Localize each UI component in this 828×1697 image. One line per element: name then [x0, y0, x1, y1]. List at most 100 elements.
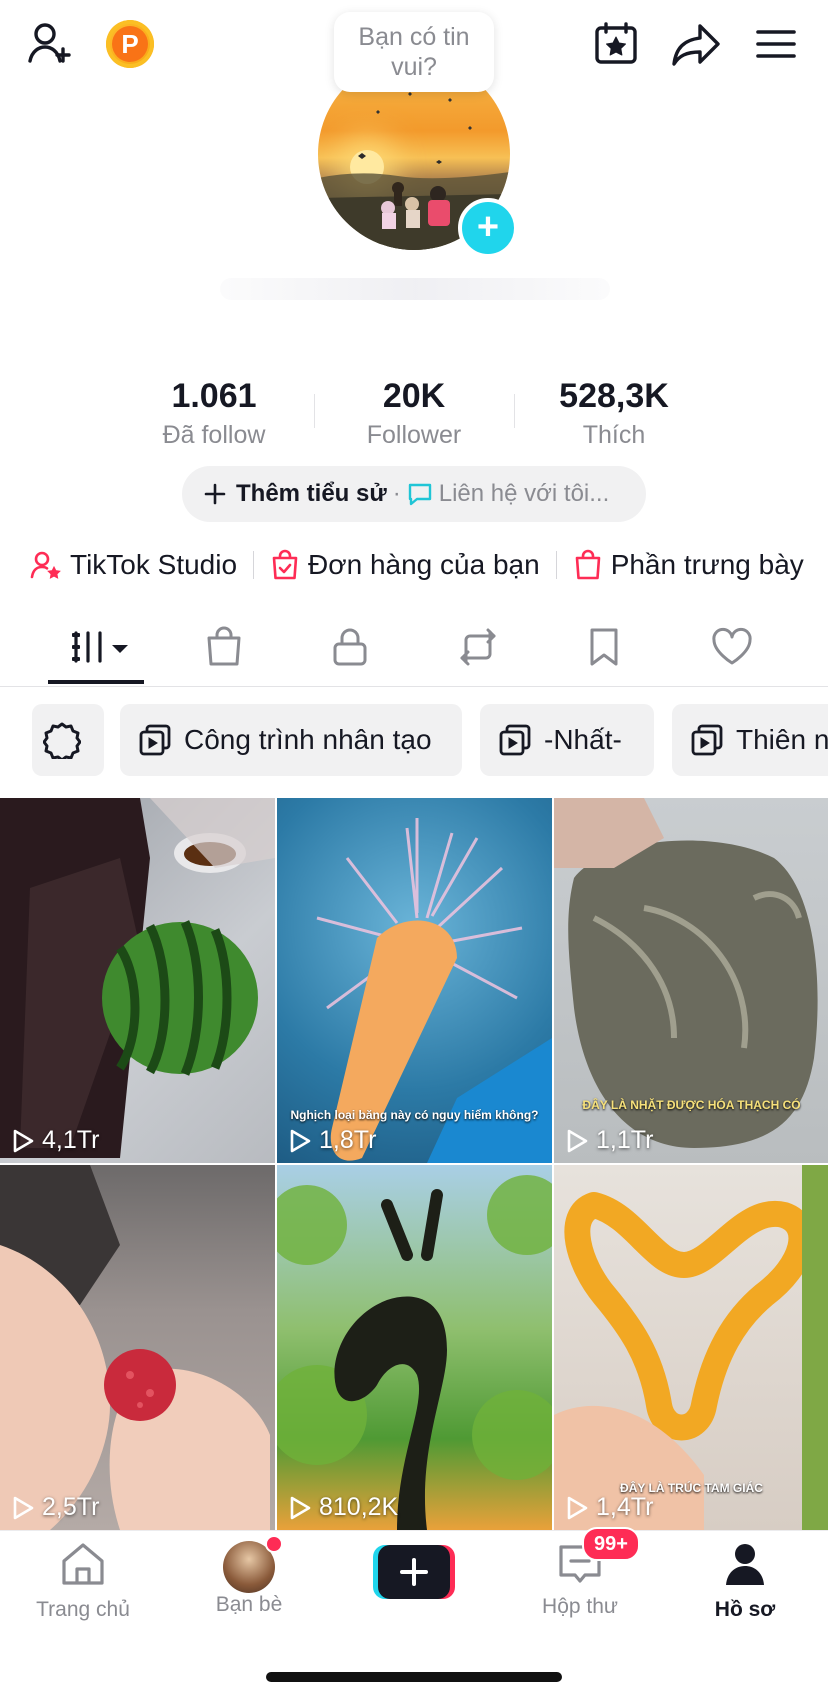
view-count-text: 4,1Tr: [42, 1126, 100, 1154]
showcase-label: Phần trưng bày: [610, 549, 804, 580]
view-count-text: 1,8Tr: [319, 1126, 377, 1154]
collection-label: Công trình nhân tạo: [184, 724, 432, 755]
lock-icon: [333, 628, 367, 666]
tiktok-studio-label: TikTok Studio: [70, 549, 238, 580]
view-count-text: 2,5Tr: [42, 1493, 100, 1521]
inbox-badge-count: 99+: [594, 1533, 628, 1555]
play-icon: [290, 1129, 311, 1152]
play-icon: [567, 1496, 588, 1519]
coin-icon[interactable]: P: [106, 20, 154, 68]
share-icon[interactable]: [668, 16, 724, 72]
view-count: 4,1Tr: [10, 1126, 99, 1155]
tab-liked[interactable]: [696, 622, 768, 672]
gear-icon: [43, 722, 81, 759]
chat-bubble-icon: [408, 483, 431, 506]
news-bubble[interactable]: Bạn có tin vui?: [334, 12, 494, 92]
following-count: 1.061: [171, 377, 257, 415]
video-thumbnail[interactable]: ĐÂY LÀ TRÚC TAM GIÁC 1,4Tr: [554, 1165, 828, 1530]
video-thumbnail[interactable]: 810,2K: [277, 1165, 552, 1530]
nav-profile[interactable]: Hồ sơ: [670, 1541, 820, 1622]
tiktok-studio-link[interactable]: TikTok Studio: [30, 549, 237, 581]
tab-reposts[interactable]: [442, 622, 514, 672]
inbox-badge: 99+: [582, 1527, 640, 1561]
shop-bag-icon: [207, 626, 241, 666]
view-count-text: 1,4Tr: [596, 1493, 654, 1521]
following-stat[interactable]: 1.061 Đã follow: [124, 376, 304, 452]
followers-count: 20K: [382, 377, 446, 415]
nav-home-label: Trang chủ: [36, 1598, 130, 1621]
nav-inbox-label: Hộp thư: [542, 1595, 618, 1618]
friends-notification-dot: [265, 1535, 283, 1553]
blurred-username: [220, 278, 610, 300]
followers-label: Follower: [366, 421, 462, 449]
add-bio-button[interactable]: Thêm tiểu sử: [236, 480, 387, 508]
tab-favorites[interactable]: [568, 622, 640, 672]
bio-pill[interactable]: Thêm tiểu sử · Liên hệ với tôi...: [182, 466, 646, 522]
video-thumbnail[interactable]: Nghịch loại băng này có nguy hiểm không?…: [277, 798, 552, 1163]
collection-label: Thiên nhiên: [736, 724, 828, 755]
orders-link[interactable]: Đơn hàng của bạn: [270, 549, 540, 581]
tab-shop[interactable]: [188, 622, 260, 672]
home-indicator: [266, 1672, 562, 1682]
shopping-bag-icon: [575, 549, 600, 580]
add-avatar-button[interactable]: +: [458, 198, 518, 258]
video-thumbnail[interactable]: 4,1Tr: [0, 798, 275, 1163]
play-icon: [290, 1496, 311, 1519]
calendar-star-icon[interactable]: [588, 16, 644, 72]
nav-friends[interactable]: Bạn bè: [174, 1535, 324, 1617]
collections-row: Công trình nhân tạo -Nhất- Thiên nhiên: [0, 704, 828, 776]
bookmark-icon: [590, 628, 618, 666]
play-icon: [567, 1129, 588, 1152]
news-bubble-text: Bạn có tin vui?: [358, 23, 470, 81]
view-count: 2,5Tr: [10, 1493, 99, 1522]
nav-profile-label: Hồ sơ: [714, 1598, 776, 1621]
nav-home[interactable]: Trang chủ: [8, 1541, 158, 1622]
collection-chip[interactable]: -Nhất-: [480, 704, 654, 776]
tab-private[interactable]: [314, 622, 386, 672]
shopping-bag-check-icon: [272, 549, 298, 580]
active-tab-indicator: [48, 680, 144, 684]
profile-icon: [726, 1544, 764, 1585]
collection-icon: [139, 724, 171, 756]
video-caption: Nghịch loại băng này có nguy hiểm không?: [290, 1108, 539, 1122]
nav-friends-label: Bạn bè: [215, 1593, 283, 1616]
view-count: 1,4Tr: [564, 1493, 653, 1522]
tab-videos[interactable]: [60, 622, 140, 672]
contact-me-link[interactable]: Liên hệ với tôi...: [439, 480, 610, 508]
collection-icon: [499, 724, 531, 756]
view-count: 1,8Tr: [287, 1126, 376, 1155]
profile-links-row: TikTok Studio Đơn hàng của bạn Phần trưn…: [30, 540, 804, 590]
person-star-icon: [30, 551, 61, 579]
likes-stat[interactable]: 528,3K Thích: [524, 376, 704, 452]
bio-separator: ·: [392, 480, 401, 507]
repost-icon: [460, 628, 496, 666]
view-count: 1,1Tr: [564, 1126, 653, 1155]
collection-icon: [691, 724, 723, 756]
plus-icon: [204, 483, 226, 505]
videos-grid-icon: [71, 631, 128, 663]
view-count-text: 810,2K: [319, 1493, 399, 1521]
collections-settings-button[interactable]: [32, 704, 104, 776]
collection-chip[interactable]: Thiên nhiên: [672, 704, 828, 776]
profile-tabs: [0, 610, 828, 687]
view-count-text: 1,1Tr: [596, 1126, 654, 1154]
video-thumbnail[interactable]: ĐÂY LÀ NHẶT ĐƯỢC HÓA THẠCH CÓ 1,1Tr: [554, 798, 828, 1163]
nav-inbox[interactable]: 99+ Hộp thư: [505, 1527, 655, 1619]
plus-icon: [400, 1558, 428, 1586]
heart-icon: [712, 627, 752, 665]
view-count: 810,2K: [287, 1493, 398, 1522]
video-thumbnail[interactable]: 2,5Tr: [0, 1165, 275, 1530]
nav-create[interactable]: [339, 1545, 489, 1599]
likes-count: 528,3K: [559, 377, 669, 415]
play-icon: [13, 1496, 34, 1519]
following-label: Đã follow: [162, 421, 266, 449]
showcase-link[interactable]: Phần trưng bày: [573, 549, 804, 581]
collection-chip[interactable]: Công trình nhân tạo: [120, 704, 462, 776]
followers-stat[interactable]: 20K Follower: [324, 376, 504, 452]
likes-label: Thích: [582, 421, 646, 449]
home-icon: [62, 1543, 104, 1585]
menu-icon[interactable]: [748, 16, 804, 72]
add-friend-icon[interactable]: [22, 16, 78, 72]
play-icon: [13, 1129, 34, 1152]
video-caption: ĐÂY LÀ NHẶT ĐƯỢC HÓA THẠCH CÓ: [582, 1098, 801, 1112]
